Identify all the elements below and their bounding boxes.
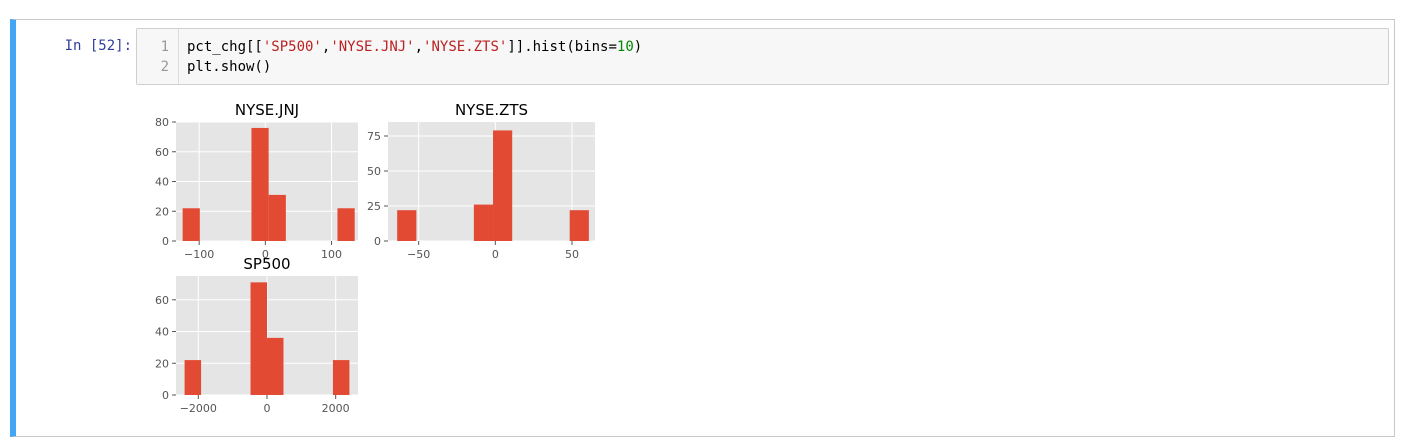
line-number: 1 [160, 39, 169, 55]
histogram-bar [268, 194, 286, 241]
y-tick-label: 0 [374, 235, 381, 248]
histogram-title: NYSE.ZTS [455, 101, 528, 119]
y-tick-label: 60 [155, 294, 169, 307]
histogram-1: 0 25 50 75 −50 0 50 NYSE.ZTS [367, 101, 595, 261]
histogram-title: NYSE.JNJ [235, 101, 299, 119]
y-tick-label: 0 [162, 235, 169, 248]
histogram-bar [473, 204, 494, 241]
code-token: 10 [616, 39, 634, 55]
code-token: 'SP500' [262, 39, 322, 55]
x-tick-label: 2000 [322, 402, 350, 415]
y-tick-label: 80 [155, 116, 169, 129]
histogram-title: SP500 [243, 255, 290, 273]
y-tick-label: 25 [367, 200, 381, 213]
y-tick-label: 50 [367, 165, 381, 178]
histogram-bar [493, 130, 513, 241]
histogram-bar [569, 210, 589, 241]
code-token: pct_chg[[ [187, 39, 263, 55]
y-tick-label: 40 [155, 176, 169, 189]
code-line[interactable]: plt.show() [187, 57, 271, 77]
line-number: 2 [160, 59, 169, 75]
histogram-0: 020406080−100 0 100NYSE.JNJ [155, 101, 358, 261]
histogram-2: 0 20 40 60 −2000 0 2000 SP500 [155, 255, 358, 415]
histogram-bar [251, 127, 269, 241]
y-tick-label: 0 [162, 389, 169, 402]
code-token: 'NYSE.JNJ' [330, 39, 415, 55]
histogram-bar [332, 360, 350, 395]
code-token: ]].hist(bins= [507, 39, 617, 55]
y-tick-label: 20 [155, 357, 169, 370]
x-tick-label: −100 [184, 248, 214, 261]
x-tick-label: 100 [321, 248, 342, 261]
code-token: plt.show() [187, 59, 272, 75]
code-token: , [414, 39, 424, 55]
code-token: ) [633, 39, 643, 55]
histogram-bar [397, 210, 417, 241]
histogram-bar [250, 282, 267, 395]
x-tick-label: −50 [407, 248, 430, 261]
histogram-bar [182, 208, 200, 241]
code-line[interactable]: pct_chg[['SP500','NYSE.JNJ','NYSE.ZTS']]… [187, 37, 642, 57]
histogram-figure: 0 20 40 60 80 −100 0 100 NYSE.JNJ 0 25 50 75 −50 0 50 NY… [155, 101, 595, 415]
input-prompt: In [52]: [64, 38, 132, 54]
y-tick-label: 20 [155, 205, 169, 218]
x-tick-label: 0 [492, 248, 499, 261]
line-number-gutter: 1 2 [137, 29, 179, 84]
y-tick-label: 75 [367, 130, 381, 143]
x-tick-label: 50 [565, 248, 579, 261]
histogram-bar [337, 208, 355, 241]
y-tick-label: 60 [155, 146, 169, 159]
y-tick-label: 40 [155, 326, 169, 339]
histogram-bar [267, 337, 284, 395]
code-token: 'NYSE.ZTS' [423, 39, 508, 55]
code-editor[interactable]: 1 2 pct_chg[['SP500','NYSE.JNJ','NYSE.ZT… [136, 28, 1389, 85]
histogram-bar [184, 360, 202, 395]
cell-output: 0 20 40 60 80 −100 0 100 NYSE.JNJ 0 25 50 75 −50 0 50 NY… [136, 92, 636, 432]
x-tick-label: −2000 [180, 402, 217, 415]
x-tick-label: 0 [264, 402, 271, 415]
